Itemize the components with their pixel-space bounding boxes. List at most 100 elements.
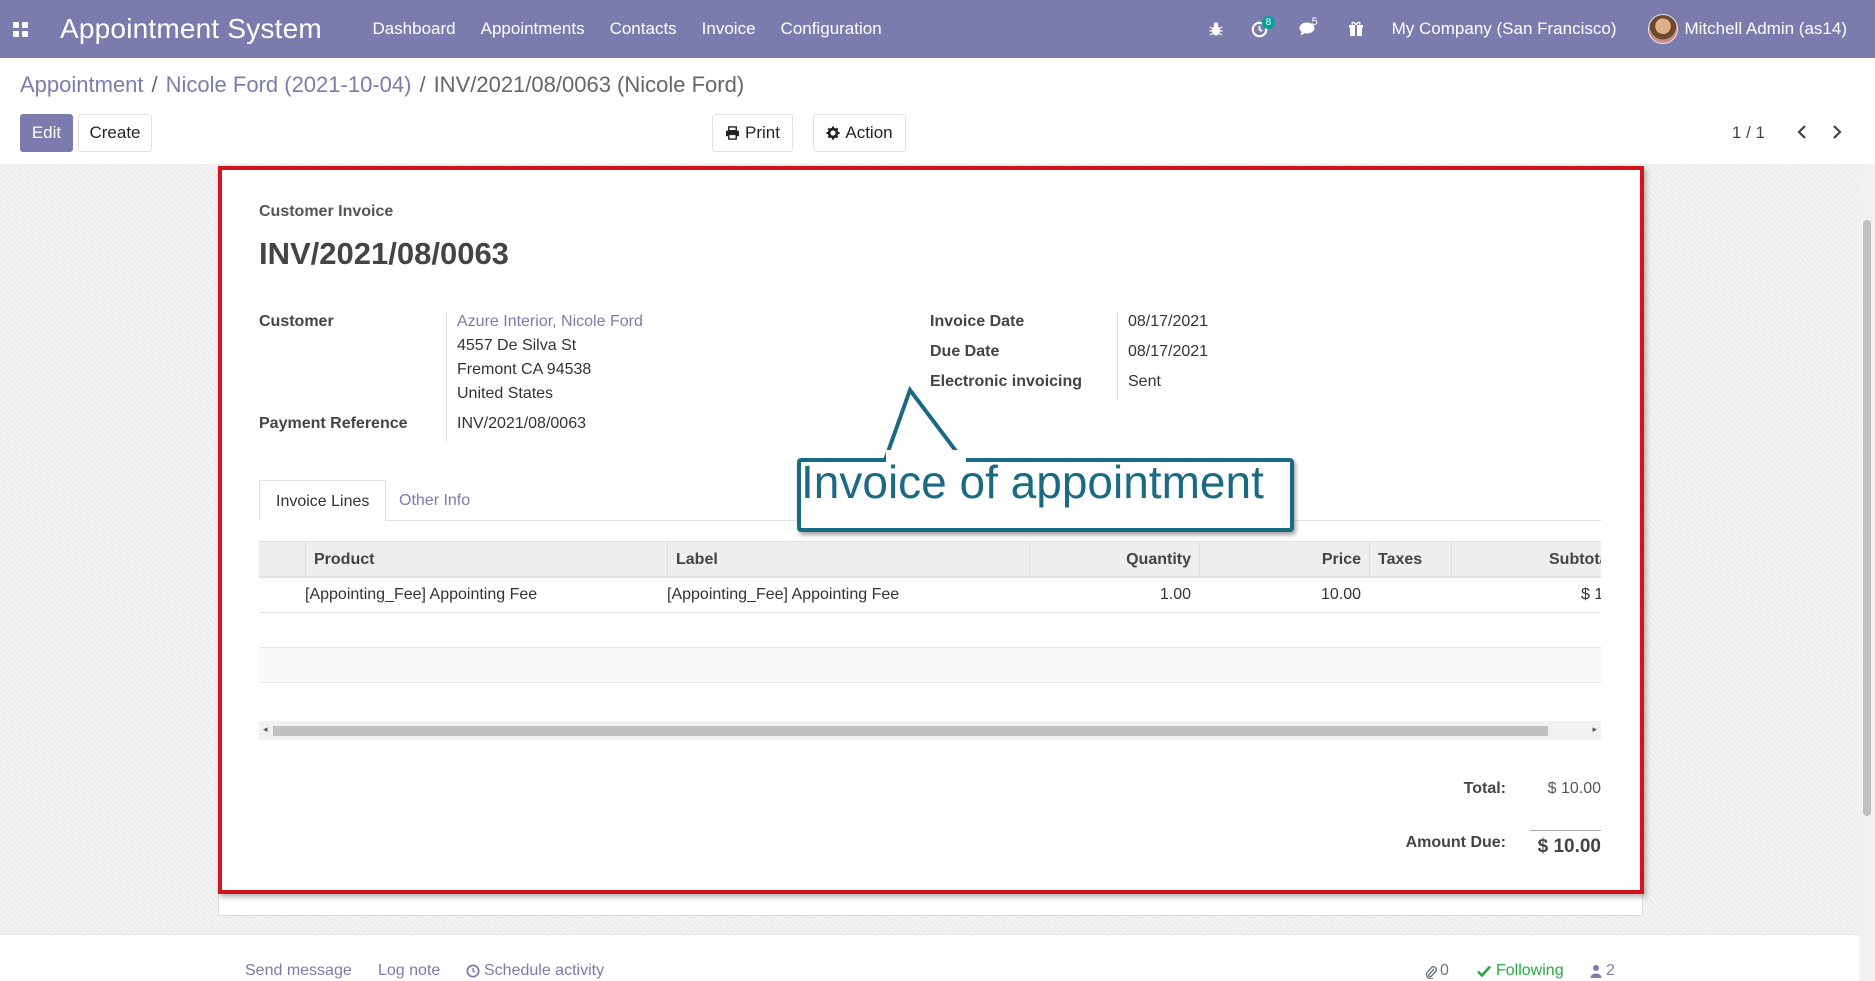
column-header-label[interactable]: Label: [667, 542, 1029, 577]
column-header-quantity[interactable]: Quantity: [1029, 542, 1199, 577]
table-header: Product Label Quantity Price Taxes Subto…: [259, 541, 1601, 578]
breadcrumb-separator: /: [151, 72, 158, 97]
user-icon: [1590, 965, 1602, 978]
app-brand[interactable]: Appointment System: [60, 13, 322, 45]
page-scrollbar-thumb[interactable]: [1863, 220, 1871, 816]
field-divider: [1117, 311, 1118, 401]
messages-chat-icon[interactable]: 5: [1282, 0, 1334, 58]
due-date-label: Due Date: [930, 343, 1000, 360]
menu-appointments[interactable]: Appointments: [468, 0, 597, 58]
print-button[interactable]: Print: [712, 114, 793, 152]
user-menu[interactable]: Mitchell Admin (as14): [1648, 14, 1847, 44]
tab-other-info[interactable]: Other Info: [383, 480, 486, 521]
action-button[interactable]: Action: [813, 114, 906, 152]
payment-reference-label: Payment Reference: [259, 415, 408, 432]
customer-address-line: Fremont CA 94538: [457, 361, 592, 378]
apps-menu-icon[interactable]: [0, 0, 40, 58]
gear-icon: [826, 126, 840, 140]
debug-bug-icon[interactable]: [1194, 0, 1238, 58]
following-button[interactable]: Following: [1477, 962, 1564, 980]
user-name: Mitchell Admin (as14): [1684, 19, 1847, 38]
following-label: Following: [1496, 962, 1564, 979]
breadcrumb-appointment-record[interactable]: Nicole Ford (2021-10-04): [166, 72, 412, 98]
empty-table-row: [259, 683, 1601, 718]
invoice-number-title: INV/2021/08/0063: [259, 236, 509, 271]
menu-invoice[interactable]: Invoice: [689, 0, 768, 58]
pager-previous-chevron-left-icon[interactable]: [1787, 118, 1817, 146]
amount-due-label: Amount Due:: [1405, 834, 1506, 851]
followers-button[interactable]: 2: [1590, 962, 1615, 980]
attachments-button[interactable]: 0: [1425, 962, 1449, 980]
field-divider: [446, 311, 447, 443]
line-price: 10.00: [1320, 586, 1361, 603]
line-quantity: 1.00: [1159, 586, 1191, 603]
activity-clock-icon[interactable]: 8: [1238, 0, 1282, 58]
scroll-right-arrow-icon[interactable]: ▸: [1592, 724, 1597, 735]
edit-button[interactable]: Edit: [20, 114, 73, 152]
paperclip-icon: [1425, 965, 1437, 979]
breadcrumb: Appointment / Nicole Ford (2021-10-04) /…: [20, 72, 744, 98]
gift-icon[interactable]: [1334, 0, 1378, 58]
pager-next-chevron-right-icon[interactable]: [1822, 118, 1852, 146]
page-vertical-scrollbar[interactable]: [1859, 164, 1875, 981]
print-icon: [725, 126, 740, 140]
table-horizontal-scrollbar[interactable]: ◂ ▸: [259, 721, 1601, 740]
customer-address-line: United States: [457, 385, 554, 402]
navbar-systray: 8 5 My Company (San Francisco) Mitchell …: [1194, 0, 1875, 58]
check-icon: [1477, 965, 1491, 977]
line-taxes: [1369, 578, 1377, 612]
chatter-separator: [0, 934, 1875, 935]
schedule-activity-button[interactable]: Schedule activity: [466, 962, 604, 980]
invoice-date-label: Invoice Date: [930, 313, 1025, 330]
followers-count: 2: [1606, 962, 1615, 979]
user-avatar: [1648, 14, 1679, 44]
amount-due-value: $ 10.00: [1537, 836, 1601, 857]
customer-label: Customer: [259, 313, 334, 330]
totals-divider: [1530, 830, 1601, 831]
clock-icon: [466, 964, 480, 978]
create-button[interactable]: Create: [78, 114, 152, 152]
total-label: Total:: [1463, 780, 1506, 797]
column-header-product[interactable]: Product: [305, 542, 667, 577]
top-navbar: Appointment System Dashboard Appointment…: [0, 0, 1875, 58]
empty-table-row: [259, 613, 1601, 648]
breadcrumb-separator: /: [419, 72, 426, 97]
breadcrumb-appointment[interactable]: Appointment: [20, 72, 144, 98]
company-switcher[interactable]: My Company (San Francisco): [1392, 19, 1617, 39]
menu-configuration[interactable]: Configuration: [768, 0, 894, 58]
activity-badge: 8: [1261, 16, 1276, 29]
messages-badge: 5: [1311, 16, 1318, 28]
attachments-count: 0: [1440, 962, 1449, 979]
callout-text: Invoice of appointment: [801, 456, 1264, 508]
customer-link[interactable]: Azure Interior, Nicole Ford: [457, 313, 643, 331]
menu-dashboard[interactable]: Dashboard: [360, 0, 468, 58]
electronic-invoicing-value: Sent: [1128, 373, 1161, 390]
total-value: $ 10.00: [1547, 780, 1601, 797]
column-header-taxes[interactable]: Taxes: [1369, 542, 1451, 577]
print-label: Print: [745, 123, 780, 142]
scrollbar-thumb[interactable]: [273, 726, 1548, 736]
send-message-button[interactable]: Send message: [245, 962, 352, 980]
schedule-activity-label: Schedule activity: [484, 962, 605, 979]
empty-table-row: [259, 648, 1601, 683]
log-note-button[interactable]: Log note: [378, 962, 440, 980]
table-row[interactable]: [Appointing_Fee] Appointing Fee [Appoint…: [259, 578, 1601, 613]
row-handle-header: [259, 542, 305, 577]
customer-address-line: 4557 De Silva St: [457, 337, 577, 354]
breadcrumb-current: INV/2021/08/0063 (Nicole Ford): [433, 72, 745, 97]
action-label: Action: [845, 123, 893, 142]
due-date-value: 08/17/2021: [1128, 343, 1209, 360]
payment-reference-value: INV/2021/08/0063: [457, 415, 586, 432]
document-type-label: Customer Invoice: [259, 203, 394, 220]
column-header-price[interactable]: Price: [1199, 542, 1369, 577]
column-header-subtotal[interactable]: Subtotal: [1451, 542, 1601, 577]
tab-invoice-lines[interactable]: Invoice Lines: [259, 480, 387, 521]
pager-value[interactable]: 1 / 1: [1732, 123, 1765, 143]
invoice-date-value: 08/17/2021: [1128, 313, 1209, 330]
scroll-left-arrow-icon[interactable]: ◂: [263, 724, 268, 735]
menu-contacts[interactable]: Contacts: [597, 0, 689, 58]
main-menu: Dashboard Appointments Contacts Invoice …: [360, 0, 894, 58]
line-label: [Appointing_Fee] Appointing Fee: [667, 586, 900, 603]
line-product: [Appointing_Fee] Appointing Fee: [305, 586, 538, 603]
line-subtotal: $ 10.00: [1581, 586, 1601, 603]
